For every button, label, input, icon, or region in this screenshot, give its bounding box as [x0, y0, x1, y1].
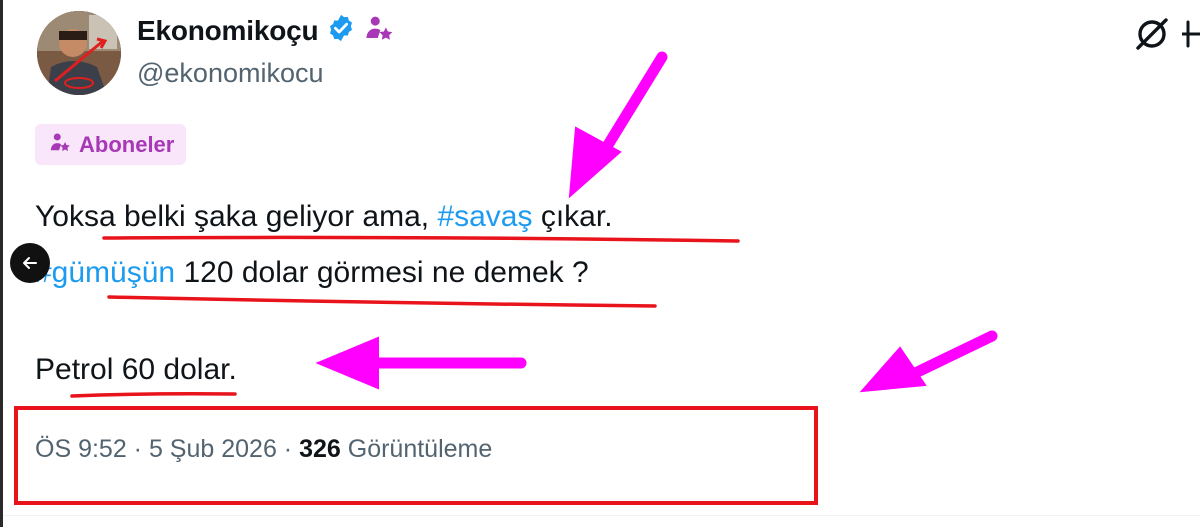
- underline-line-3: [70, 392, 237, 398]
- annotation-arrows: [315, 51, 998, 393]
- magenta-arrow-2: [315, 336, 527, 390]
- annotation-underlines: [70, 235, 740, 398]
- magenta-arrow-3: [859, 330, 998, 393]
- underline-line-1: [102, 235, 740, 243]
- annotation-overlay: [70, 51, 998, 398]
- magenta-arrow-1: [568, 51, 668, 199]
- underline-line-2: [107, 295, 657, 308]
